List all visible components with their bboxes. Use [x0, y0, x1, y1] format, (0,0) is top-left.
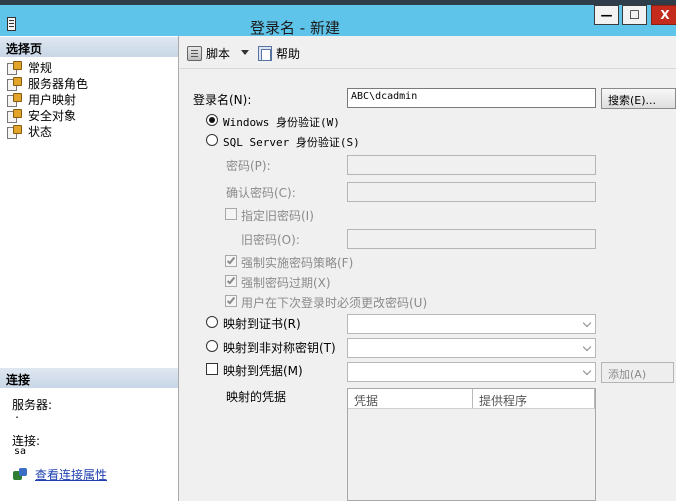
window-title: 登录名 - 新建 — [250, 19, 340, 37]
page-icon — [7, 125, 22, 139]
page-item-securables[interactable]: 安全对象 — [7, 107, 76, 123]
sql-auth-label: SQL Server 身份验证(S) — [223, 136, 360, 149]
must-change-checkbox — [225, 295, 237, 307]
page-item-label: 服务器角色 — [28, 76, 89, 91]
maximize-button[interactable]: ☐ — [622, 5, 647, 25]
left-pane: 选择页 常规 服务器角色 用户映射 安全对象 状态 连接 服务器: . 连接: … — [0, 36, 179, 501]
minimize-button[interactable]: — — [594, 5, 619, 25]
window-icon — [7, 17, 16, 31]
specify-old-password-label: 指定旧密码(I) — [241, 209, 314, 223]
script-label: 脚本 — [206, 47, 231, 61]
check-icon — [226, 275, 236, 285]
password-input — [347, 155, 596, 175]
page-item-label: 用户映射 — [28, 92, 77, 107]
credential-select[interactable] — [347, 362, 596, 382]
check-icon — [226, 255, 236, 265]
page-item-label: 状态 — [28, 124, 53, 139]
page-icon — [7, 61, 22, 75]
chevron-down-icon — [582, 318, 592, 328]
windows-auth-label: Windows 身份验证(W) — [223, 116, 340, 129]
enforce-policy-label: 强制实施密码策略(F) — [241, 256, 354, 270]
page-item-user-mapping[interactable]: 用户映射 — [7, 91, 76, 107]
sql-auth-radio[interactable] — [206, 134, 218, 146]
enforce-policy-checkbox — [225, 255, 237, 267]
page-item-label: 安全对象 — [28, 108, 77, 123]
map-asymmetric-key-radio[interactable] — [206, 340, 218, 352]
map-certificate-radio[interactable] — [206, 316, 218, 328]
password-label: 密码(P): — [226, 159, 271, 173]
specify-old-password-checkbox — [225, 208, 237, 220]
login-name-input[interactable]: ABC\dcadmin — [347, 88, 596, 108]
mapped-credentials-label: 映射的凭据 — [226, 390, 287, 404]
toolbar: 脚本 帮助 — [180, 37, 676, 69]
old-password-input — [347, 229, 596, 249]
connection-value: sa — [14, 446, 27, 457]
close-button[interactable]: X — [651, 5, 676, 25]
view-connection-properties-link[interactable]: 查看连接属性 — [35, 466, 107, 483]
map-certificate-label: 映射到证书(R) — [223, 317, 301, 331]
script-dropdown-arrow-icon[interactable] — [241, 50, 249, 55]
script-button[interactable]: 脚本 — [187, 45, 230, 62]
map-asymmetric-key-label: 映射到非对称密钥(T) — [223, 341, 336, 355]
help-button[interactable]: 帮助 — [258, 45, 300, 62]
windows-auth-radio[interactable] — [206, 114, 218, 126]
certificate-select[interactable] — [347, 314, 596, 334]
page-item-label: 常规 — [28, 60, 53, 75]
title-bar: 登录名 - 新建 — [0, 0, 676, 37]
must-change-label: 用户在下次登录时必须更改密码(U) — [241, 296, 428, 310]
select-page-header: 选择页 — [0, 37, 178, 57]
script-icon — [187, 46, 202, 61]
help-icon — [258, 46, 272, 61]
chevron-down-icon — [582, 366, 592, 376]
connection-properties-icon — [13, 468, 29, 482]
page-item-status[interactable]: 状态 — [7, 123, 52, 139]
server-value: . — [14, 410, 21, 421]
old-password-label: 旧密码(O): — [241, 233, 300, 247]
enforce-expiration-label: 强制密码过期(X) — [241, 276, 331, 290]
mapped-credentials-grid[interactable]: 凭据 提供程序 — [347, 388, 596, 501]
confirm-password-label: 确认密码(C): — [226, 186, 296, 200]
page-item-general[interactable]: 常规 — [7, 59, 52, 75]
page-icon — [7, 77, 22, 91]
confirm-password-input — [347, 182, 596, 202]
check-icon — [226, 295, 236, 305]
search-button[interactable]: 搜索(E)... — [601, 88, 676, 109]
map-credential-checkbox[interactable] — [206, 363, 218, 375]
column-header-provider[interactable]: 提供程序 — [473, 389, 595, 409]
page-icon — [7, 109, 22, 123]
help-label: 帮助 — [276, 47, 301, 61]
asymmetric-key-select[interactable] — [347, 338, 596, 358]
column-header-credential[interactable]: 凭据 — [348, 389, 473, 409]
connection-header: 连接 — [0, 368, 178, 388]
login-name-label: 登录名(N): — [193, 93, 252, 107]
enforce-expiration-checkbox — [225, 275, 237, 287]
map-credential-label: 映射到凭据(M) — [223, 364, 303, 378]
page-icon — [7, 93, 22, 107]
page-item-server-roles[interactable]: 服务器角色 — [7, 75, 88, 91]
add-credential-button: 添加(A) — [601, 362, 674, 383]
chevron-down-icon — [582, 342, 592, 352]
